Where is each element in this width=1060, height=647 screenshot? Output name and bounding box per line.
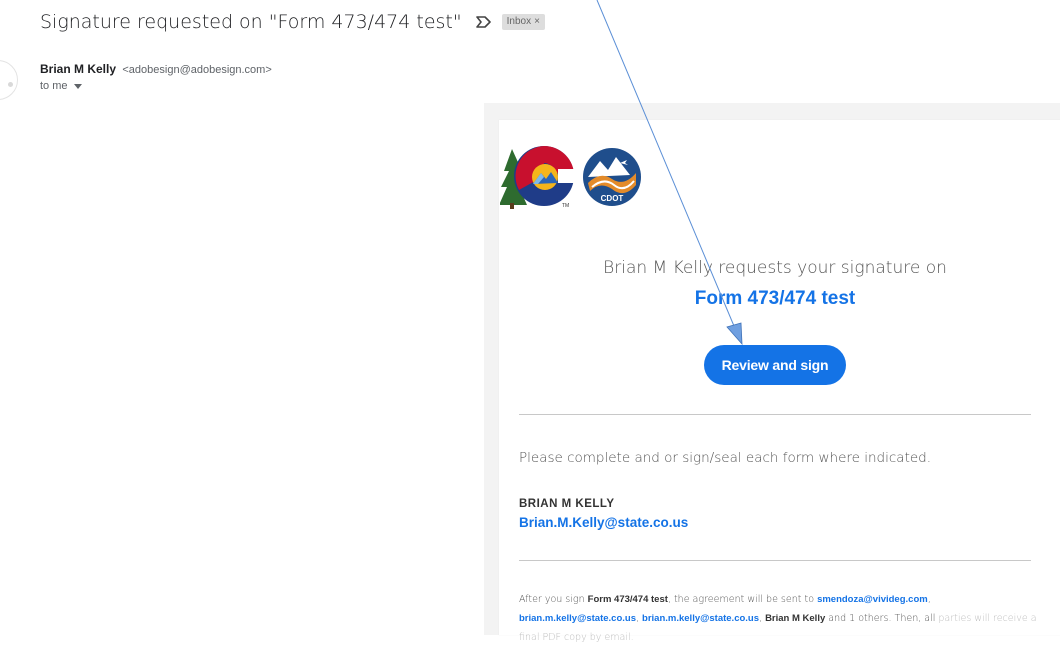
- recipient-link[interactable]: brian.m.kelly@state.co.us: [642, 613, 759, 624]
- footer-document-name: Form 473/474 test: [587, 594, 668, 605]
- recipient-link[interactable]: brian.m.kelly@state.co.us: [519, 613, 636, 624]
- request-message: Brian M Kelly requests your signature on: [603, 258, 947, 278]
- logo-area: TM CDOT: [500, 145, 641, 209]
- remove-label-icon[interactable]: ×: [534, 15, 540, 29]
- cdot-logo-text: CDOT: [601, 194, 624, 203]
- cdot-logo: CDOT: [583, 148, 641, 206]
- footer-info: After you sign Form 473/474 test, the ag…: [519, 590, 1039, 647]
- trademark-mark: TM: [562, 203, 569, 209]
- sender-message: Please complete and or sign/seal each fo…: [519, 450, 932, 466]
- inbox-label-text: Inbox: [506, 16, 532, 27]
- email-subject-row: Signature requested on "Form 473/474 tes…: [40, 6, 545, 38]
- inbox-label-chip[interactable]: Inbox ×: [501, 14, 545, 30]
- footer-prefix: After you sign: [519, 594, 588, 605]
- sender-email: <adobesign@adobesign.com>: [122, 64, 272, 76]
- sender-row: Brian M Kelly <adobesign@adobesign.com>: [40, 62, 272, 76]
- footer-separator: ,: [927, 594, 931, 605]
- email-subject: Signature requested on "Form 473/474 tes…: [40, 11, 462, 33]
- review-and-sign-button[interactable]: Review and sign: [704, 345, 846, 385]
- avatar-indicator: [8, 82, 13, 87]
- footer-tail: and 1 others. Then, all: [825, 613, 939, 624]
- recipient-name: Brian M Kelly: [765, 613, 826, 624]
- show-details-chevron-down-icon[interactable]: [73, 83, 82, 89]
- sender-avatar[interactable]: [0, 60, 18, 100]
- recipient-text: to me: [40, 80, 68, 92]
- signer-name: BRIAN M KELLY: [519, 498, 615, 510]
- recipient-row: to me: [40, 80, 82, 92]
- recipient-link[interactable]: smendoza@vivideg.com: [817, 594, 928, 605]
- divider: [519, 560, 1031, 561]
- footer-middle: , the agreement will be sent to: [667, 594, 818, 605]
- importance-marker-icon[interactable]: [475, 15, 492, 29]
- divider: [519, 414, 1031, 415]
- sender-name[interactable]: Brian M Kelly: [40, 62, 116, 76]
- document-name: Form 473/474 test: [694, 288, 856, 309]
- signer-email-link[interactable]: Brian.M.Kelly@state.co.us: [519, 515, 688, 530]
